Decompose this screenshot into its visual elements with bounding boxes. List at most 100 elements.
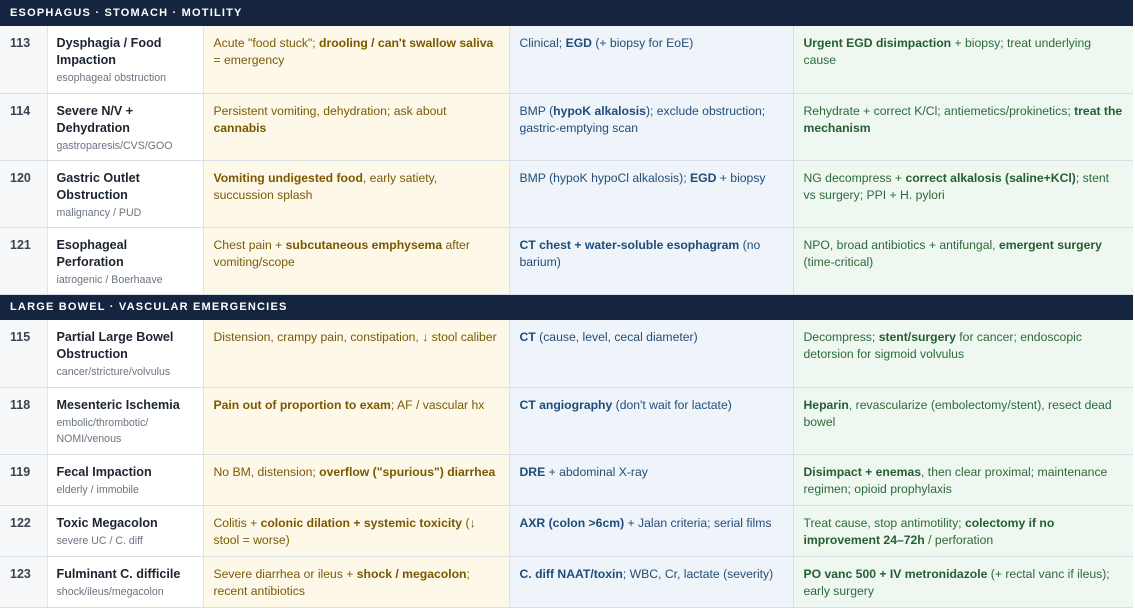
row-number: 115 bbox=[0, 320, 48, 388]
diagnosis-name: Dysphagia / Food Impaction bbox=[56, 36, 162, 67]
text-segment: Acute "food stuck"; bbox=[213, 36, 320, 50]
section-header-row: LARGE BOWEL · VASCULAR EMERGENCIES bbox=[0, 294, 1133, 320]
workup-cell: CT angiography (don't wait for lactate) bbox=[509, 387, 794, 455]
diagnosis-cell: Toxic Megacolon severe UC / C. diff bbox=[47, 505, 204, 557]
table-row: 122 Toxic Megacolon severe UC / C. diff Col… bbox=[0, 505, 1133, 557]
emphasis-text: cannabis bbox=[213, 120, 267, 135]
diagnosis-cell: Gastric Outlet Obstruction malignancy / P… bbox=[47, 160, 204, 228]
text-segment: Persistent vomiting, dehydration; ask ab… bbox=[213, 103, 447, 118]
text-segment: ; AF / vascular hx bbox=[390, 397, 485, 412]
diagnosis-name: Toxic Megacolon bbox=[56, 515, 158, 530]
management-cell: Decompress; stent/surgery for cancer; en… bbox=[793, 320, 1133, 388]
differential-table: ESOPHAGUS · STOMACH · MOTILITY 113 Dysphag… bbox=[0, 0, 1133, 608]
emphasis-text: Pain out of proportion to exam bbox=[213, 397, 391, 412]
row-number: 123 bbox=[0, 556, 48, 608]
emphasis-text: DRE bbox=[519, 464, 546, 479]
table-body: ESOPHAGUS · STOMACH · MOTILITY 113 Dysphag… bbox=[0, 0, 1133, 608]
presentation-cell: Distension, crampy pain, constipation, ↓… bbox=[203, 320, 510, 388]
emphasis-text: drooling / can't swallow saliva bbox=[319, 36, 494, 50]
workup-cell: Clinical; EGD (+ biopsy for EoE) bbox=[509, 26, 794, 94]
emphasis-text: CT chest + water-soluble esophagram bbox=[519, 237, 740, 252]
row-number: 119 bbox=[0, 454, 48, 506]
management-cell: NPO, broad antibiotics + antifungal, eme… bbox=[793, 227, 1133, 295]
management-cell: Rehydrate + correct K/Cl; antiemetics/pr… bbox=[793, 93, 1133, 161]
table-row: 119 Fecal Impaction elderly / immobile No B… bbox=[0, 454, 1133, 506]
text-segment: Treat cause, stop antimotility; bbox=[803, 515, 965, 530]
diagnosis-name: Severe N/V + Dehydration bbox=[56, 103, 134, 135]
diagnosis-cell: Partial Large Bowel Obstruction cancer/st… bbox=[47, 320, 204, 388]
emphasis-text: Disimpact + enemas bbox=[803, 464, 922, 479]
emphasis-text: EGD bbox=[689, 170, 717, 185]
emphasis-text: colonic dilation + systemic toxicity bbox=[260, 515, 463, 530]
workup-cell: CT (cause, level, cecal diameter) bbox=[509, 320, 794, 388]
table-row: 120 Gastric Outlet Obstruction malignancy … bbox=[0, 160, 1133, 228]
diagnosis-name: Mesenteric Ischemia bbox=[56, 397, 180, 412]
emphasis-text: CT angiography bbox=[519, 397, 613, 412]
diagnosis-subtitle: iatrogenic / Boerhaave bbox=[56, 273, 163, 286]
emphasis-text: Heparin bbox=[803, 397, 849, 412]
diagnosis-subtitle: malignancy / PUD bbox=[56, 206, 142, 219]
workup-cell: CT chest + water-soluble esophagram (no … bbox=[509, 227, 794, 295]
diagnosis-name: Gastric Outlet Obstruction bbox=[56, 170, 140, 202]
text-segment: Chest pain + bbox=[213, 237, 286, 252]
table-row: 118 Mesenteric Ischemia embolic/thrombotic… bbox=[0, 387, 1133, 455]
diagnosis-name: Fulminant C. difficile bbox=[56, 566, 181, 581]
diagnosis-subtitle: esophageal obstruction bbox=[56, 72, 167, 84]
diagnosis-subtitle: cancer/stricture/volvulus bbox=[56, 366, 171, 378]
presentation-cell: Severe diarrhea or ileus + shock / megac… bbox=[203, 556, 510, 608]
diagnosis-subtitle: severe UC / C. diff bbox=[56, 534, 143, 547]
diagnosis-cell: Dysphagia / Food Impaction esophageal obs… bbox=[47, 26, 204, 94]
row-number: 114 bbox=[0, 93, 48, 161]
diagnosis-name: Partial Large Bowel Obstruction bbox=[56, 330, 174, 361]
presentation-cell: Persistent vomiting, dehydration; ask ab… bbox=[203, 93, 510, 161]
diagnosis-cell: Esophageal Perforation iatrogenic / Boerh… bbox=[47, 227, 204, 295]
text-segment: (cause, level, cecal diameter) bbox=[535, 330, 698, 344]
emphasis-text: Vomiting undigested food bbox=[213, 170, 363, 185]
table-row: 123 Fulminant C. difficile shock/ileus/meg… bbox=[0, 556, 1133, 608]
text-segment: Distension, crampy pain, constipation, ↓… bbox=[213, 330, 497, 344]
presentation-cell: Vomiting undigested food, early satiety,… bbox=[203, 160, 510, 228]
text-segment: , revascularize (embolectomy/stent), res… bbox=[803, 397, 1112, 429]
emphasis-text: Urgent EGD disimpaction bbox=[803, 36, 952, 50]
emphasis-text: shock / megacolon bbox=[356, 566, 467, 581]
section-title: ESOPHAGUS · STOMACH · MOTILITY bbox=[0, 0, 1133, 26]
text-segment: Decompress; bbox=[803, 330, 879, 344]
text-segment: NG decompress + bbox=[803, 170, 906, 185]
management-cell: Urgent EGD disimpaction + biopsy; treat … bbox=[793, 26, 1133, 94]
diagnosis-subtitle: shock/ileus/megacolon bbox=[56, 585, 164, 598]
text-segment: Colitis + bbox=[213, 515, 261, 530]
row-number: 121 bbox=[0, 227, 48, 295]
management-cell: NG decompress + correct alkalosis (salin… bbox=[793, 160, 1133, 228]
diagnosis-subtitle: embolic/thrombotic/ NOMI/venous bbox=[56, 416, 149, 445]
diagnosis-name: Esophageal Perforation bbox=[56, 237, 128, 269]
emphasis-text: C. diff NAAT/toxin bbox=[519, 566, 623, 581]
emphasis-text: overflow ("spurious") diarrhea bbox=[319, 464, 496, 479]
section-title: LARGE BOWEL · VASCULAR EMERGENCIES bbox=[0, 294, 1133, 320]
table-row: 113 Dysphagia / Food Impaction esophageal … bbox=[0, 26, 1133, 94]
text-segment: BMP ( bbox=[519, 103, 554, 118]
emphasis-text: emergent surgery bbox=[998, 237, 1102, 252]
row-number: 122 bbox=[0, 505, 48, 557]
text-segment: / perforation bbox=[924, 532, 994, 547]
diagnosis-cell: Fulminant C. difficile shock/ileus/megaco… bbox=[47, 556, 204, 608]
diagnosis-cell: Severe N/V + Dehydration gastroparesis/CV… bbox=[47, 93, 204, 161]
table-row: 115 Partial Large Bowel Obstruction cancer… bbox=[0, 320, 1133, 388]
text-segment: Rehydrate + correct K/Cl; antiemetics/pr… bbox=[803, 103, 1075, 118]
diagnosis-subtitle: elderly / immobile bbox=[56, 483, 139, 496]
presentation-cell: Pain out of proportion to exam; AF / vas… bbox=[203, 387, 510, 455]
emphasis-text: correct alkalosis (saline+KCl) bbox=[905, 170, 1076, 185]
text-segment: + abdominal X-ray bbox=[545, 464, 648, 479]
management-cell: Heparin, revascularize (embolectomy/sten… bbox=[793, 387, 1133, 455]
workup-cell: DRE + abdominal X-ray bbox=[509, 454, 794, 506]
text-segment: Severe diarrhea or ileus + bbox=[213, 566, 357, 581]
management-cell: Disimpact + enemas, then clear proximal;… bbox=[793, 454, 1133, 506]
text-segment: Clinical; bbox=[519, 36, 566, 50]
diagnosis-cell: Mesenteric Ischemia embolic/thrombotic/ N… bbox=[47, 387, 204, 455]
row-number: 120 bbox=[0, 160, 48, 228]
emphasis-text: hypoK alkalosis bbox=[553, 103, 646, 118]
section-header-row: ESOPHAGUS · STOMACH · MOTILITY bbox=[0, 0, 1133, 26]
workup-cell: C. diff NAAT/toxin; WBC, Cr, lactate (se… bbox=[509, 556, 794, 608]
workup-cell: AXR (colon >6cm) + Jalan criteria; seria… bbox=[509, 505, 794, 557]
text-segment: ; WBC, Cr, lactate (severity) bbox=[622, 566, 774, 581]
workup-cell: BMP (hypoK alkalosis); exclude obstructi… bbox=[509, 93, 794, 161]
